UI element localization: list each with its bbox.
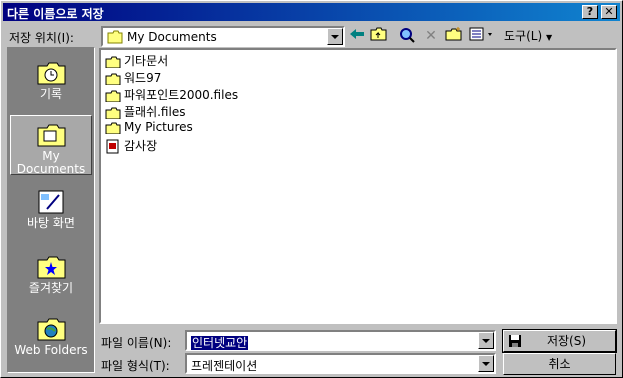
up-folder-icon[interactable] (369, 26, 389, 46)
save-in-dropdown-button[interactable] (327, 28, 343, 45)
place-label: My Documents (16, 149, 86, 176)
place-history[interactable]: 기록 (10, 54, 92, 114)
places-bar: 기록 My Documents 바탕 화면 즐겨찾기 Web Folders (7, 47, 95, 373)
help-button[interactable]: ? (582, 5, 598, 19)
list-item[interactable]: 감사장 (105, 137, 157, 154)
tools-menu[interactable]: 도구(L) ▼ (504, 26, 560, 46)
place-web-folders[interactable]: Web Folders (10, 310, 92, 370)
file-list[interactable]: 기타문서 워드97 파워포인트2000.files 플래쉬.files My P… (99, 48, 617, 324)
save-button[interactable]: 저장(S) (502, 329, 617, 353)
new-folder-icon[interactable] (444, 26, 464, 46)
list-item[interactable]: 기타문서 (105, 52, 168, 69)
place-desktop[interactable]: 바탕 화면 (10, 183, 92, 243)
place-label: Web Folders (14, 343, 88, 357)
save-in-label: 저장 위치(I): (9, 31, 74, 45)
file-name: My Pictures (124, 120, 193, 134)
window-title: 다른 이름으로 저장 (7, 7, 104, 21)
file-name: 감사장 (124, 139, 158, 153)
place-favorites[interactable]: 즐겨찾기 (10, 248, 92, 308)
floppy-disk-icon (509, 335, 521, 347)
filetype-dropdown-button[interactable] (478, 355, 494, 372)
folder-icon (105, 107, 121, 119)
filename-label: 파일 이름(N): (101, 336, 172, 350)
filename-input[interactable]: 인터넷교안 (191, 334, 249, 351)
save-in-value: My Documents (127, 30, 217, 44)
close-button[interactable]: ✕ (601, 5, 617, 19)
tools-menu-label: 도구(L) (504, 29, 543, 43)
list-item[interactable]: My Pictures (105, 120, 193, 137)
filetype-value: 프레젠테이션 (191, 359, 258, 373)
filename-combo[interactable]: 인터넷교안 (185, 330, 496, 351)
presentation-file-icon (106, 139, 119, 154)
views-icon[interactable] (468, 26, 496, 46)
list-item[interactable]: 워드97 (105, 69, 161, 86)
desktop-icon (35, 189, 67, 215)
place-label: 즐겨찾기 (28, 281, 74, 295)
history-icon (35, 60, 67, 86)
title-bar[interactable]: 다른 이름으로 저장 ? ✕ (3, 3, 620, 21)
my-documents-icon (35, 122, 67, 148)
delete-icon[interactable]: ✕ (421, 26, 441, 46)
file-name: 기타문서 (124, 54, 169, 68)
back-icon[interactable] (347, 26, 367, 46)
folder-icon (105, 73, 121, 85)
folder-icon (105, 122, 121, 134)
place-label: 기록 (39, 87, 63, 101)
place-my-documents[interactable]: My Documents (10, 115, 92, 176)
cancel-button[interactable]: 취소 (503, 353, 616, 375)
place-label: 바탕 화면 (27, 216, 75, 230)
save-button-label: 저장(S) (546, 334, 587, 348)
favorites-icon (35, 254, 67, 280)
folder-icon (105, 90, 121, 102)
filename-value: 인터넷교안 (191, 336, 249, 350)
save-in-combo[interactable]: My Documents (101, 26, 345, 47)
filetype-label: 파일 형식(T): (101, 359, 170, 373)
folder-icon (107, 30, 123, 44)
web-folders-icon (35, 316, 67, 342)
search-web-icon[interactable] (397, 26, 417, 46)
filename-dropdown-button[interactable] (478, 332, 494, 349)
file-name: 플래쉬.files (124, 105, 186, 119)
folder-icon (105, 56, 121, 68)
file-name: 워드97 (124, 71, 162, 85)
list-item[interactable]: 플래쉬.files (105, 103, 185, 120)
filetype-combo[interactable]: 프레젠테이션 (185, 353, 496, 374)
save-as-dialog: 다른 이름으로 저장 ? ✕ 저장 위치(I): My Documents ✕ … (0, 0, 623, 378)
chevron-down-icon: ▼ (545, 33, 553, 42)
list-item[interactable]: 파워포인트2000.files (105, 86, 238, 103)
file-name: 파워포인트2000.files (124, 88, 239, 102)
